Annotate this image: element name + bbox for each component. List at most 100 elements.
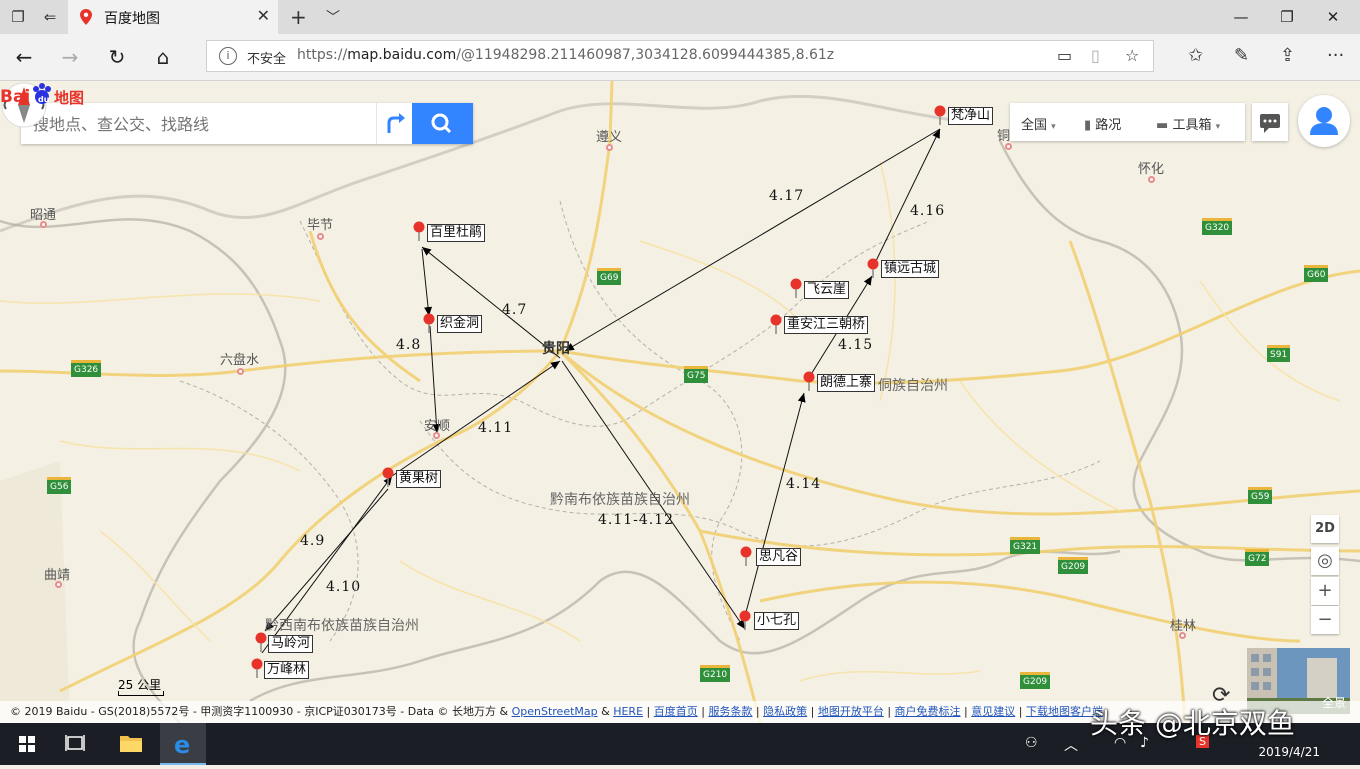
city-guiyang[interactable]: 贵阳 <box>542 338 570 358</box>
city-zhaotong[interactable]: 昭通 <box>30 204 56 223</box>
message-button[interactable] <box>1252 103 1288 141</box>
city-guilin[interactable]: 桂林 <box>1170 615 1196 634</box>
city-dot-huaihua <box>1148 176 1155 183</box>
poi-langdeshangzhai[interactable]: 朗德上寨 <box>817 374 876 392</box>
windows-logo-icon <box>19 736 35 752</box>
poi-chonganjiang[interactable]: 重安江三朝桥 <box>784 316 869 334</box>
city-anshun[interactable]: 安顺 <box>424 415 450 434</box>
info-icon[interactable]: i <box>219 47 237 65</box>
route-date-4-7: 4.7 <box>502 302 528 318</box>
people-icon[interactable]: ⚇ <box>1025 735 1038 751</box>
zoom-out-button[interactable]: − <box>1311 606 1339 634</box>
link-terms[interactable]: 服务条款 <box>708 705 752 718</box>
city-bijie[interactable]: 毕节 <box>307 214 333 233</box>
city-zunyi[interactable]: 遵义 <box>596 126 622 145</box>
minimize-icon[interactable]: — <box>1218 4 1264 30</box>
map-pin-icon[interactable] <box>803 371 815 391</box>
chevron-up-icon[interactable]: ︿ <box>1064 735 1078 755</box>
link-openstreetmap[interactable]: OpenStreetMap <box>512 705 598 718</box>
poi-fanjingshan[interactable]: 梵净山 <box>948 107 994 125</box>
link-feedback[interactable]: 意见建议 <box>971 705 1015 718</box>
search-button[interactable] <box>412 103 473 144</box>
chevron-down-icon[interactable]: ﹀ <box>326 7 340 27</box>
link-here[interactable]: HERE <box>613 705 643 718</box>
region-selector[interactable]: 全国 ▾ <box>1021 114 1056 133</box>
restore-icon[interactable]: ❐ <box>1264 4 1310 30</box>
start-button[interactable] <box>4 723 50 765</box>
search-input[interactable] <box>21 103 385 146</box>
route-date-4-14: 4.14 <box>786 476 822 492</box>
map-pin-icon[interactable] <box>740 546 752 566</box>
poi-feiyunya[interactable]: 飞云崖 <box>804 281 850 299</box>
map-pin-icon[interactable] <box>423 313 435 333</box>
favorites-list-icon[interactable]: ✩ <box>1188 45 1203 66</box>
home-icon[interactable]: ⌂ <box>150 44 176 70</box>
svg-text:du: du <box>38 95 50 104</box>
map-pin-icon[interactable] <box>251 658 263 678</box>
back-icon[interactable]: ← <box>11 44 37 70</box>
poi-malinghe[interactable]: 马岭河 <box>268 635 314 653</box>
highway-shield: G209 <box>1020 672 1051 689</box>
tab-manager-icon[interactable]: ❐ <box>8 7 28 27</box>
favorite-star-icon[interactable]: ☆ <box>1125 46 1139 65</box>
tab-close-icon[interactable]: ✕ <box>257 6 270 25</box>
close-window-icon[interactable]: ✕ <box>1310 4 1356 30</box>
city-qujing[interactable]: 曲靖 <box>44 564 70 583</box>
url-path: /@11948298.211460987,3034128.6099444385,… <box>456 47 835 63</box>
poi-wanfenglin[interactable]: 万峰林 <box>264 661 310 679</box>
reading-view-icon[interactable]: ▯ <box>1091 46 1100 65</box>
taskbar-date[interactable]: 2019/4/21 <box>1258 745 1320 759</box>
route-4-16 <box>874 128 941 264</box>
url-prefix: https:// <box>297 47 348 63</box>
toolbox-button[interactable]: ▬ 工具箱 ▾ <box>1156 114 1220 133</box>
pen-icon[interactable]: ✎ <box>1234 45 1249 66</box>
more-icon[interactable]: ··· <box>1327 45 1344 66</box>
link-open-platform[interactable]: 地图开放平台 <box>818 705 884 718</box>
share-icon[interactable]: ⇪ <box>1280 45 1295 66</box>
map-pin-icon[interactable] <box>255 632 267 652</box>
link-privacy[interactable]: 隐私政策 <box>763 705 807 718</box>
set-aside-tabs-icon[interactable]: ⇐ <box>40 7 60 27</box>
map-pin-icon[interactable] <box>867 258 879 278</box>
map-pin-icon[interactable] <box>934 105 946 125</box>
zoom-in-button[interactable]: + <box>1311 577 1339 605</box>
map-pin-icon[interactable] <box>739 610 751 630</box>
map-pin-icon[interactable] <box>413 221 425 241</box>
locate-button[interactable]: ◎ <box>1311 547 1339 575</box>
address-bar[interactable]: i 不安全 https://map.baidu.com/@11948298.21… <box>206 40 1154 72</box>
map-pin-icon[interactable] <box>790 278 802 298</box>
chevron-down-icon: ▾ <box>1051 122 1056 132</box>
edge-button[interactable]: e <box>160 723 206 765</box>
refresh-icon[interactable]: ↻ <box>104 44 130 70</box>
map-pin-icon[interactable] <box>770 314 782 334</box>
route-button[interactable] <box>376 103 413 144</box>
traffic-button[interactable]: ▮ 路况 <box>1084 114 1121 133</box>
file-explorer-button[interactable] <box>108 723 154 765</box>
route-date-4-17: 4.17 <box>769 188 805 204</box>
poi-zhijindong[interactable]: 织金洞 <box>437 315 483 333</box>
city-tong[interactable]: 铜 <box>997 125 1010 144</box>
link-merchant[interactable]: 商户免费标注 <box>895 705 961 718</box>
highway-shield: G320 <box>1202 218 1233 235</box>
link-baidu-home[interactable]: 百度首页 <box>654 705 698 718</box>
map-canvas[interactable]: 全国 ▾ ▮ 路况 ▬ 工具箱 ▾ 遵义 昭通 毕节 六盘水 贵阳 安顺 曲靖 … <box>0 81 1360 723</box>
add-reading-list-icon[interactable]: ▭ <box>1057 46 1072 65</box>
2d-toggle-button[interactable]: 2D <box>1311 515 1339 543</box>
avatar[interactable] <box>1298 95 1350 147</box>
route-date-4-15: 4.15 <box>838 337 874 353</box>
map-pin-icon[interactable] <box>382 467 394 487</box>
poi-sifangu[interactable]: 思凡谷 <box>756 548 802 566</box>
chevron-down-icon: ▾ <box>1215 122 1221 132</box>
poi-xiaoqikong[interactable]: 小七孔 <box>754 612 800 630</box>
poi-huangguoshu[interactable]: 黄果树 <box>396 470 442 488</box>
poi-zhenyuan[interactable]: 镇远古城 <box>881 260 940 278</box>
url-text[interactable]: https://map.baidu.com/@11948298.21146098… <box>297 47 834 63</box>
highway-shield: G69 <box>597 268 622 285</box>
task-view-button[interactable] <box>52 723 98 765</box>
tab-baidu-map[interactable]: 百度地图 ✕ <box>68 0 278 34</box>
city-huaihua[interactable]: 怀化 <box>1138 158 1164 177</box>
poi-bailidujuan[interactable]: 百里杜鹃 <box>427 224 486 242</box>
city-liupanshui[interactable]: 六盘水 <box>220 349 259 368</box>
new-tab-icon[interactable]: + <box>290 5 307 29</box>
forward-icon[interactable]: → <box>57 44 83 70</box>
